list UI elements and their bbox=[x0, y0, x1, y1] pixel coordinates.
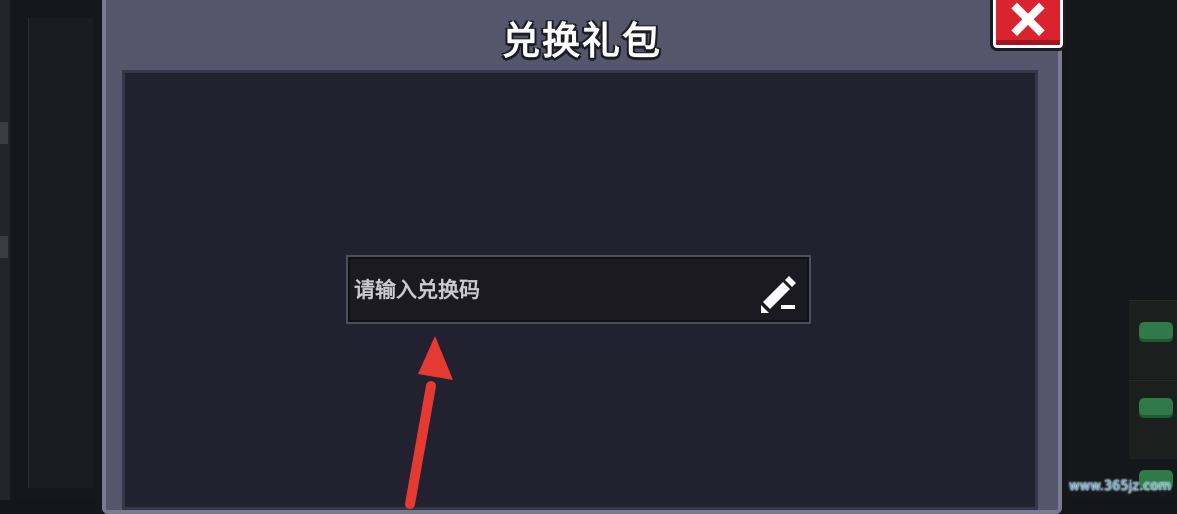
red-arrow-icon bbox=[405, 336, 453, 509]
close-x-icon bbox=[1011, 2, 1045, 36]
background-left-notch bbox=[0, 236, 8, 258]
redeem-code-input[interactable] bbox=[354, 265, 742, 315]
background-left-notch bbox=[0, 122, 8, 144]
watermark: www.365jz.com bbox=[1069, 479, 1171, 494]
close-button[interactable] bbox=[993, 0, 1063, 48]
background-right-button bbox=[1139, 322, 1173, 342]
pencil-icon[interactable] bbox=[751, 269, 799, 313]
background-right-slot bbox=[1129, 380, 1177, 459]
background-right-panel bbox=[1067, 0, 1177, 500]
background-left-card bbox=[28, 18, 93, 488]
dialog-title: 兑换礼包 bbox=[501, 19, 662, 63]
dialog-titlebar: 兑换礼包 bbox=[106, 0, 1058, 74]
redeem-code-field[interactable] bbox=[346, 255, 811, 324]
background-left-panel bbox=[0, 0, 100, 500]
background-right-button bbox=[1139, 398, 1173, 418]
